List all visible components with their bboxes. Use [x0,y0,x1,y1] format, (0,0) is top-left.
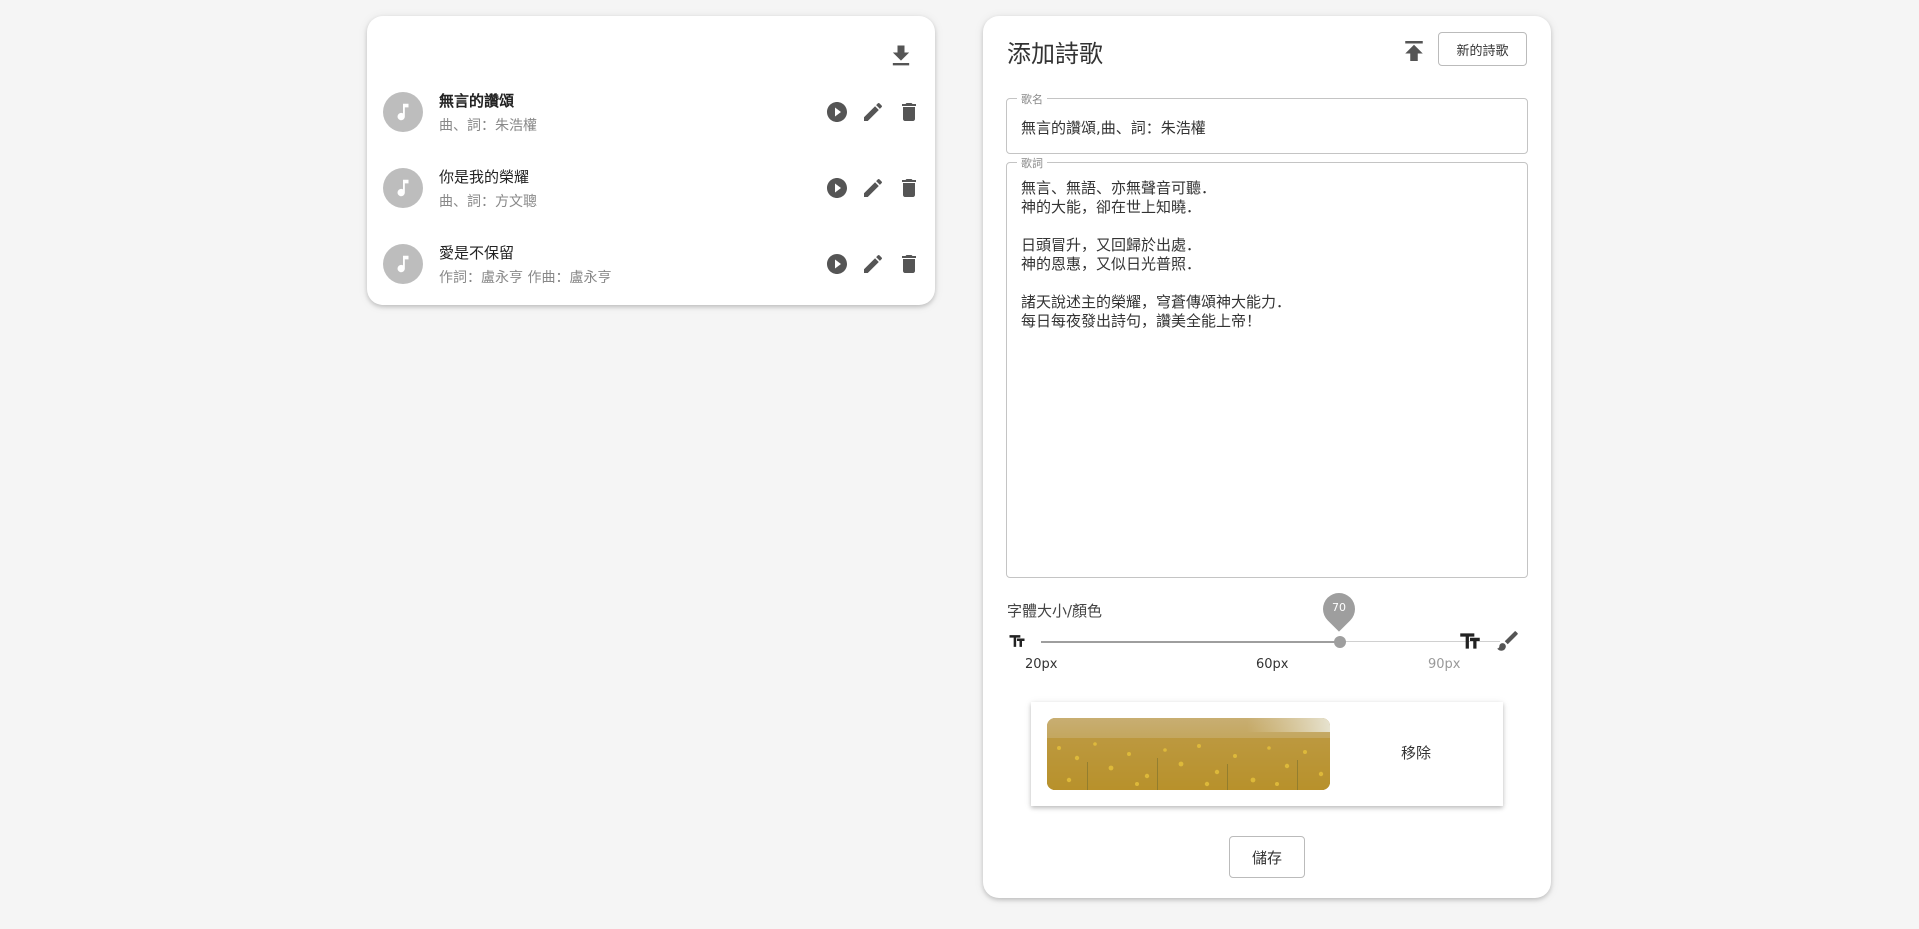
trash-icon[interactable] [895,98,923,126]
remove-image-button[interactable]: 移除 [1401,742,1431,763]
music-note-icon [383,244,423,284]
background-thumbnail [1047,718,1330,790]
trash-icon[interactable] [895,250,923,278]
song-subtitle: 曲、詞：方文聰 [439,194,537,210]
music-note-icon [383,92,423,132]
trash-icon[interactable] [895,174,923,202]
lyrics-label: 歌詞 [1017,155,1047,171]
lyrics-textarea[interactable]: 無言、無語、亦無聲音可聽． 神的大能，卻在世上知曉． 日頭冒升，又回歸於出處． … [1021,179,1291,331]
song-list-card: 無言的讚頌 曲、詞：朱浩權 你是我的榮耀 曲、詞：方文聰 愛是不保留 作詞：盧永… [367,16,935,305]
slider-track-active[interactable] [1041,641,1340,643]
slider-mark-label: 20px [1025,657,1058,672]
save-button[interactable]: 儲存 [1229,836,1305,878]
text-size-large-icon [1457,628,1483,654]
slider-mark-label: 90px [1428,657,1461,672]
song-name-label: 歌名 [1017,91,1047,107]
song-subtitle: 曲、詞：朱浩權 [439,118,537,134]
font-size-slider-thumb[interactable] [1334,636,1346,648]
song-title: 你是我的榮耀 [439,168,530,186]
song-editor-card: 添加詩歌 新的詩歌 歌名 無言的讚頌,曲、詞：朱浩權 歌詞 無言、無語、亦無聲音… [983,16,1551,898]
music-note-icon [383,168,423,208]
play-circle-icon[interactable] [823,98,851,126]
song-list-item[interactable]: 無言的讚頌 曲、詞：朱浩權 [383,84,923,140]
song-name-input[interactable]: 無言的讚頌,曲、詞：朱浩權 [1021,117,1206,138]
pencil-icon[interactable] [859,250,887,278]
song-title: 愛是不保留 [439,244,515,262]
new-song-button[interactable]: 新的詩歌 [1438,32,1527,66]
slider-mark-label: 60px [1256,657,1289,672]
song-name-field[interactable]: 歌名 無言的讚頌,曲、詞：朱浩權 [1006,91,1528,154]
song-list-item[interactable]: 愛是不保留 作詞：盧永亨 作曲：盧永亨 [383,236,923,292]
play-circle-icon[interactable] [823,174,851,202]
text-size-small-icon [1007,631,1027,651]
pencil-icon[interactable] [859,174,887,202]
font-size-color-label: 字體大小/顏色 [1007,602,1103,620]
song-subtitle: 作詞：盧永亨 作曲：盧永亨 [439,270,612,286]
song-title: 無言的讚頌 [439,92,515,110]
background-image-card: 移除 [1031,702,1503,806]
pencil-icon[interactable] [859,98,887,126]
page-title: 添加詩歌 [1007,40,1103,68]
brush-icon[interactable] [1495,628,1521,654]
song-list-item[interactable]: 你是我的榮耀 曲、詞：方文聰 [383,160,923,216]
upload-icon[interactable] [1399,36,1429,66]
slider-value-label: 70 [1332,601,1346,614]
lyrics-field[interactable]: 歌詞 無言、無語、亦無聲音可聽． 神的大能，卻在世上知曉． 日頭冒升，又回歸於出… [1006,155,1528,578]
download-icon[interactable] [887,42,915,70]
play-circle-icon[interactable] [823,250,851,278]
